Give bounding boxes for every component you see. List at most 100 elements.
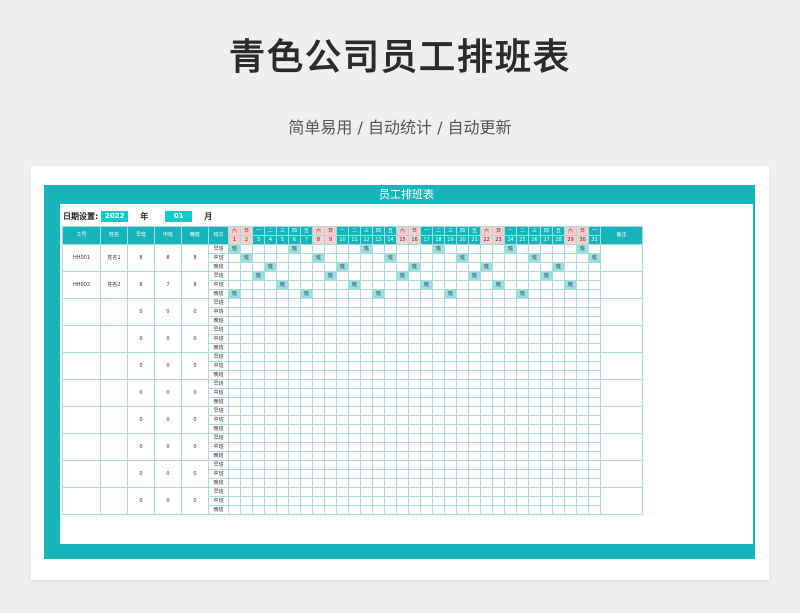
schedule-cell[interactable] [504,397,517,407]
schedule-cell[interactable] [228,415,241,425]
employee-id-cell[interactable] [62,352,101,380]
schedule-cell[interactable] [408,397,421,407]
schedule-cell[interactable] [588,370,601,380]
schedule-cell[interactable] [396,352,409,362]
schedule-cell[interactable] [492,262,505,272]
schedule-cell[interactable] [300,325,313,335]
schedule-cell[interactable] [300,415,313,425]
schedule-cell[interactable] [468,460,481,470]
schedule-cell[interactable] [492,307,505,317]
schedule-cell[interactable] [324,478,337,488]
schedule-cell[interactable] [504,307,517,317]
schedule-cell[interactable] [588,487,601,497]
schedule-cell[interactable] [240,307,253,317]
schedule-cell[interactable] [516,424,529,434]
schedule-cell[interactable] [396,451,409,461]
schedule-cell[interactable] [348,289,361,299]
schedule-cell[interactable] [288,271,301,281]
schedule-cell[interactable] [396,433,409,443]
schedule-cell[interactable] [336,379,349,389]
schedule-cell[interactable] [348,298,361,308]
schedule-cell[interactable] [516,388,529,398]
schedule-cell[interactable] [396,298,409,308]
schedule-cell[interactable] [456,478,469,488]
schedule-cell[interactable] [468,325,481,335]
schedule-cell[interactable] [420,478,433,488]
schedule-cell[interactable] [384,460,397,470]
schedule-cell[interactable] [540,262,553,272]
schedule-cell[interactable] [300,352,313,362]
schedule-cell[interactable] [576,289,589,299]
schedule-cell[interactable] [300,397,313,407]
remark-cell[interactable] [600,379,643,407]
schedule-cell[interactable] [348,424,361,434]
schedule-cell[interactable] [312,505,325,515]
schedule-cell[interactable] [468,289,481,299]
schedule-cell[interactable] [312,334,325,344]
schedule-cell[interactable] [336,343,349,353]
schedule-cell[interactable] [384,370,397,380]
schedule-cell[interactable] [396,289,409,299]
schedule-cell[interactable] [240,406,253,416]
schedule-cell[interactable] [252,415,265,425]
schedule-cell[interactable] [492,316,505,326]
schedule-cell[interactable] [288,496,301,506]
schedule-cell[interactable]: 班 [396,271,409,281]
schedule-cell[interactable] [228,343,241,353]
schedule-cell[interactable] [480,307,493,317]
schedule-cell[interactable] [552,307,565,317]
schedule-cell[interactable] [264,289,277,299]
schedule-cell[interactable] [300,334,313,344]
schedule-cell[interactable] [588,298,601,308]
schedule-cell[interactable] [372,370,385,380]
schedule-cell[interactable] [252,289,265,299]
schedule-cell[interactable] [288,361,301,371]
schedule-cell[interactable] [564,505,577,515]
schedule-cell[interactable] [588,343,601,353]
schedule-cell[interactable] [312,325,325,335]
schedule-cell[interactable] [540,307,553,317]
schedule-cell[interactable] [444,370,457,380]
schedule-cell[interactable] [300,280,313,290]
schedule-cell[interactable] [408,487,421,497]
schedule-cell[interactable] [360,496,373,506]
schedule-cell[interactable]: 班 [456,253,469,263]
schedule-cell[interactable] [252,424,265,434]
schedule-cell[interactable] [444,298,457,308]
schedule-cell[interactable] [576,415,589,425]
schedule-cell[interactable] [264,316,277,326]
schedule-cell[interactable] [528,487,541,497]
schedule-cell[interactable] [312,478,325,488]
schedule-cell[interactable] [528,316,541,326]
schedule-cell[interactable] [360,379,373,389]
schedule-cell[interactable] [324,442,337,452]
schedule-cell[interactable]: 班 [228,244,241,254]
schedule-cell[interactable] [288,397,301,407]
schedule-cell[interactable] [516,253,529,263]
schedule-cell[interactable] [228,262,241,272]
schedule-cell[interactable] [264,298,277,308]
schedule-cell[interactable] [576,478,589,488]
schedule-cell[interactable] [444,397,457,407]
schedule-cell[interactable] [228,316,241,326]
schedule-cell[interactable] [540,298,553,308]
employee-early-cell[interactable]: 0 [127,433,155,461]
schedule-cell[interactable] [324,316,337,326]
schedule-cell[interactable] [468,496,481,506]
schedule-cell[interactable] [540,451,553,461]
schedule-cell[interactable] [348,505,361,515]
schedule-cell[interactable] [420,262,433,272]
schedule-cell[interactable] [240,415,253,425]
schedule-cell[interactable] [456,451,469,461]
schedule-cell[interactable] [432,262,445,272]
schedule-cell[interactable] [312,352,325,362]
schedule-cell[interactable] [360,451,373,461]
schedule-cell[interactable] [228,334,241,344]
schedule-cell[interactable] [384,505,397,515]
schedule-cell[interactable] [348,343,361,353]
schedule-cell[interactable] [264,442,277,452]
schedule-cell[interactable] [540,379,553,389]
schedule-cell[interactable] [348,460,361,470]
schedule-cell[interactable] [384,424,397,434]
schedule-cell[interactable] [228,271,241,281]
